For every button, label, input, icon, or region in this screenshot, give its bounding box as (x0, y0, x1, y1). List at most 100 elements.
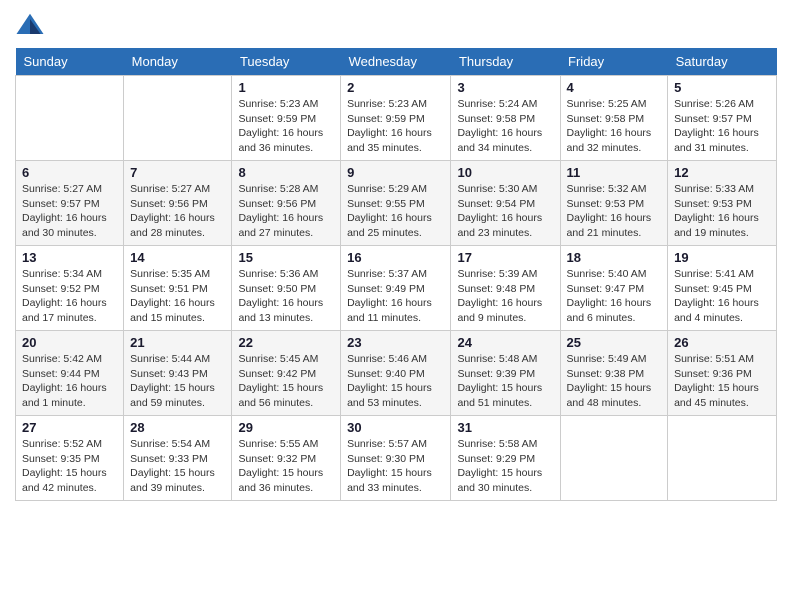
day-number: 24 (457, 335, 553, 350)
calendar-cell: 22 Sunrise: 5:45 AM Sunset: 9:42 PM Dayli… (232, 331, 341, 416)
day-info: Sunrise: 5:33 AM Sunset: 9:53 PM Dayligh… (674, 182, 770, 241)
day-info: Sunrise: 5:26 AM Sunset: 9:57 PM Dayligh… (674, 97, 770, 156)
day-number: 17 (457, 250, 553, 265)
day-info: Sunrise: 5:46 AM Sunset: 9:40 PM Dayligh… (347, 352, 444, 411)
calendar-cell: 19 Sunrise: 5:41 AM Sunset: 9:45 PM Dayli… (668, 246, 777, 331)
calendar-cell: 3 Sunrise: 5:24 AM Sunset: 9:58 PM Daylig… (451, 76, 560, 161)
day-info: Sunrise: 5:23 AM Sunset: 9:59 PM Dayligh… (347, 97, 444, 156)
day-info: Sunrise: 5:35 AM Sunset: 9:51 PM Dayligh… (130, 267, 225, 326)
day-info: Sunrise: 5:52 AM Sunset: 9:35 PM Dayligh… (22, 437, 117, 496)
day-info: Sunrise: 5:41 AM Sunset: 9:45 PM Dayligh… (674, 267, 770, 326)
calendar-cell: 13 Sunrise: 5:34 AM Sunset: 9:52 PM Dayli… (16, 246, 124, 331)
calendar-cell (124, 76, 232, 161)
calendar-cell: 29 Sunrise: 5:55 AM Sunset: 9:32 PM Dayli… (232, 416, 341, 501)
day-number: 14 (130, 250, 225, 265)
day-info: Sunrise: 5:25 AM Sunset: 9:58 PM Dayligh… (567, 97, 662, 156)
day-number: 11 (567, 165, 662, 180)
calendar-cell: 24 Sunrise: 5:48 AM Sunset: 9:39 PM Dayli… (451, 331, 560, 416)
day-info: Sunrise: 5:49 AM Sunset: 9:38 PM Dayligh… (567, 352, 662, 411)
day-number: 8 (238, 165, 334, 180)
day-info: Sunrise: 5:30 AM Sunset: 9:54 PM Dayligh… (457, 182, 553, 241)
calendar-cell: 9 Sunrise: 5:29 AM Sunset: 9:55 PM Daylig… (341, 161, 451, 246)
day-number: 10 (457, 165, 553, 180)
day-info: Sunrise: 5:23 AM Sunset: 9:59 PM Dayligh… (238, 97, 334, 156)
calendar-cell: 30Sunrise: 5:57 AM Sunset: 9:30 PM Dayli… (341, 416, 451, 501)
calendar-cell: 1 Sunrise: 5:23 AM Sunset: 9:59 PM Daylig… (232, 76, 341, 161)
day-number: 29 (238, 420, 334, 435)
day-info: Sunrise: 5:27 AM Sunset: 9:56 PM Dayligh… (130, 182, 225, 241)
day-info: Sunrise: 5:44 AM Sunset: 9:43 PM Dayligh… (130, 352, 225, 411)
day-number: 13 (22, 250, 117, 265)
day-number: 26 (674, 335, 770, 350)
day-number: 1 (238, 80, 334, 95)
calendar-cell: 10 Sunrise: 5:30 AM Sunset: 9:54 PM Dayli… (451, 161, 560, 246)
day-info: Sunrise: 5:54 AM Sunset: 9:33 PM Dayligh… (130, 437, 225, 496)
day-info: Sunrise: 5:48 AM Sunset: 9:39 PM Dayligh… (457, 352, 553, 411)
calendar-cell: 21 Sunrise: 5:44 AM Sunset: 9:43 PM Dayli… (124, 331, 232, 416)
day-number: 6 (22, 165, 117, 180)
logo-icon (15, 10, 45, 40)
day-number: 22 (238, 335, 334, 350)
day-info: Sunrise: 5:55 AM Sunset: 9:32 PM Dayligh… (238, 437, 334, 496)
calendar-cell: 18Sunrise: 5:40 AM Sunset: 9:47 PM Dayli… (560, 246, 668, 331)
week-row: 1 Sunrise: 5:23 AM Sunset: 9:59 PM Daylig… (16, 76, 777, 161)
calendar-cell: 7Sunrise: 5:27 AM Sunset: 9:56 PM Daylig… (124, 161, 232, 246)
day-of-week-header: Saturday (668, 48, 777, 76)
calendar: SundayMondayTuesdayWednesdayThursdayFrid… (15, 48, 777, 501)
day-number: 15 (238, 250, 334, 265)
day-number: 20 (22, 335, 117, 350)
day-of-week-header: Tuesday (232, 48, 341, 76)
day-number: 19 (674, 250, 770, 265)
week-row: 20Sunrise: 5:42 AM Sunset: 9:44 PM Dayli… (16, 331, 777, 416)
calendar-cell: 26Sunrise: 5:51 AM Sunset: 9:36 PM Dayli… (668, 331, 777, 416)
calendar-cell (560, 416, 668, 501)
calendar-cell: 28 Sunrise: 5:54 AM Sunset: 9:33 PM Dayli… (124, 416, 232, 501)
day-number: 9 (347, 165, 444, 180)
day-info: Sunrise: 5:32 AM Sunset: 9:53 PM Dayligh… (567, 182, 662, 241)
day-info: Sunrise: 5:57 AM Sunset: 9:30 PM Dayligh… (347, 437, 444, 496)
day-info: Sunrise: 5:29 AM Sunset: 9:55 PM Dayligh… (347, 182, 444, 241)
day-of-week-header: Thursday (451, 48, 560, 76)
calendar-cell: 15 Sunrise: 5:36 AM Sunset: 9:50 PM Dayli… (232, 246, 341, 331)
week-row: 27 Sunrise: 5:52 AM Sunset: 9:35 PM Dayli… (16, 416, 777, 501)
calendar-cell: 27 Sunrise: 5:52 AM Sunset: 9:35 PM Dayli… (16, 416, 124, 501)
week-row: 6 Sunrise: 5:27 AM Sunset: 9:57 PM Daylig… (16, 161, 777, 246)
day-number: 25 (567, 335, 662, 350)
day-of-week-header: Monday (124, 48, 232, 76)
day-of-week-header: Friday (560, 48, 668, 76)
day-number: 2 (347, 80, 444, 95)
calendar-header-row: SundayMondayTuesdayWednesdayThursdayFrid… (16, 48, 777, 76)
calendar-cell: 23 Sunrise: 5:46 AM Sunset: 9:40 PM Dayli… (341, 331, 451, 416)
week-row: 13 Sunrise: 5:34 AM Sunset: 9:52 PM Dayli… (16, 246, 777, 331)
day-info: Sunrise: 5:27 AM Sunset: 9:57 PM Dayligh… (22, 182, 117, 241)
day-number: 5 (674, 80, 770, 95)
day-number: 3 (457, 80, 553, 95)
day-info: Sunrise: 5:24 AM Sunset: 9:58 PM Dayligh… (457, 97, 553, 156)
day-info: Sunrise: 5:37 AM Sunset: 9:49 PM Dayligh… (347, 267, 444, 326)
day-number: 16 (347, 250, 444, 265)
calendar-cell: 11 Sunrise: 5:32 AM Sunset: 9:53 PM Dayli… (560, 161, 668, 246)
day-info: Sunrise: 5:58 AM Sunset: 9:29 PM Dayligh… (457, 437, 553, 496)
day-info: Sunrise: 5:34 AM Sunset: 9:52 PM Dayligh… (22, 267, 117, 326)
calendar-cell: 2 Sunrise: 5:23 AM Sunset: 9:59 PM Daylig… (341, 76, 451, 161)
calendar-cell: 17Sunrise: 5:39 AM Sunset: 9:48 PM Dayli… (451, 246, 560, 331)
day-of-week-header: Wednesday (341, 48, 451, 76)
day-number: 31 (457, 420, 553, 435)
calendar-cell: 5 Sunrise: 5:26 AM Sunset: 9:57 PM Daylig… (668, 76, 777, 161)
calendar-cell: 31 Sunrise: 5:58 AM Sunset: 9:29 PM Dayli… (451, 416, 560, 501)
day-number: 12 (674, 165, 770, 180)
calendar-cell (16, 76, 124, 161)
logo (15, 10, 48, 40)
day-number: 27 (22, 420, 117, 435)
day-number: 28 (130, 420, 225, 435)
day-of-week-header: Sunday (16, 48, 124, 76)
day-number: 23 (347, 335, 444, 350)
page-header (15, 10, 777, 40)
calendar-cell: 12 Sunrise: 5:33 AM Sunset: 9:53 PM Dayli… (668, 161, 777, 246)
day-info: Sunrise: 5:45 AM Sunset: 9:42 PM Dayligh… (238, 352, 334, 411)
day-number: 21 (130, 335, 225, 350)
day-info: Sunrise: 5:36 AM Sunset: 9:50 PM Dayligh… (238, 267, 334, 326)
calendar-cell: 25 Sunrise: 5:49 AM Sunset: 9:38 PM Dayli… (560, 331, 668, 416)
calendar-cell: 14 Sunrise: 5:35 AM Sunset: 9:51 PM Dayli… (124, 246, 232, 331)
calendar-cell: 4Sunrise: 5:25 AM Sunset: 9:58 PM Daylig… (560, 76, 668, 161)
